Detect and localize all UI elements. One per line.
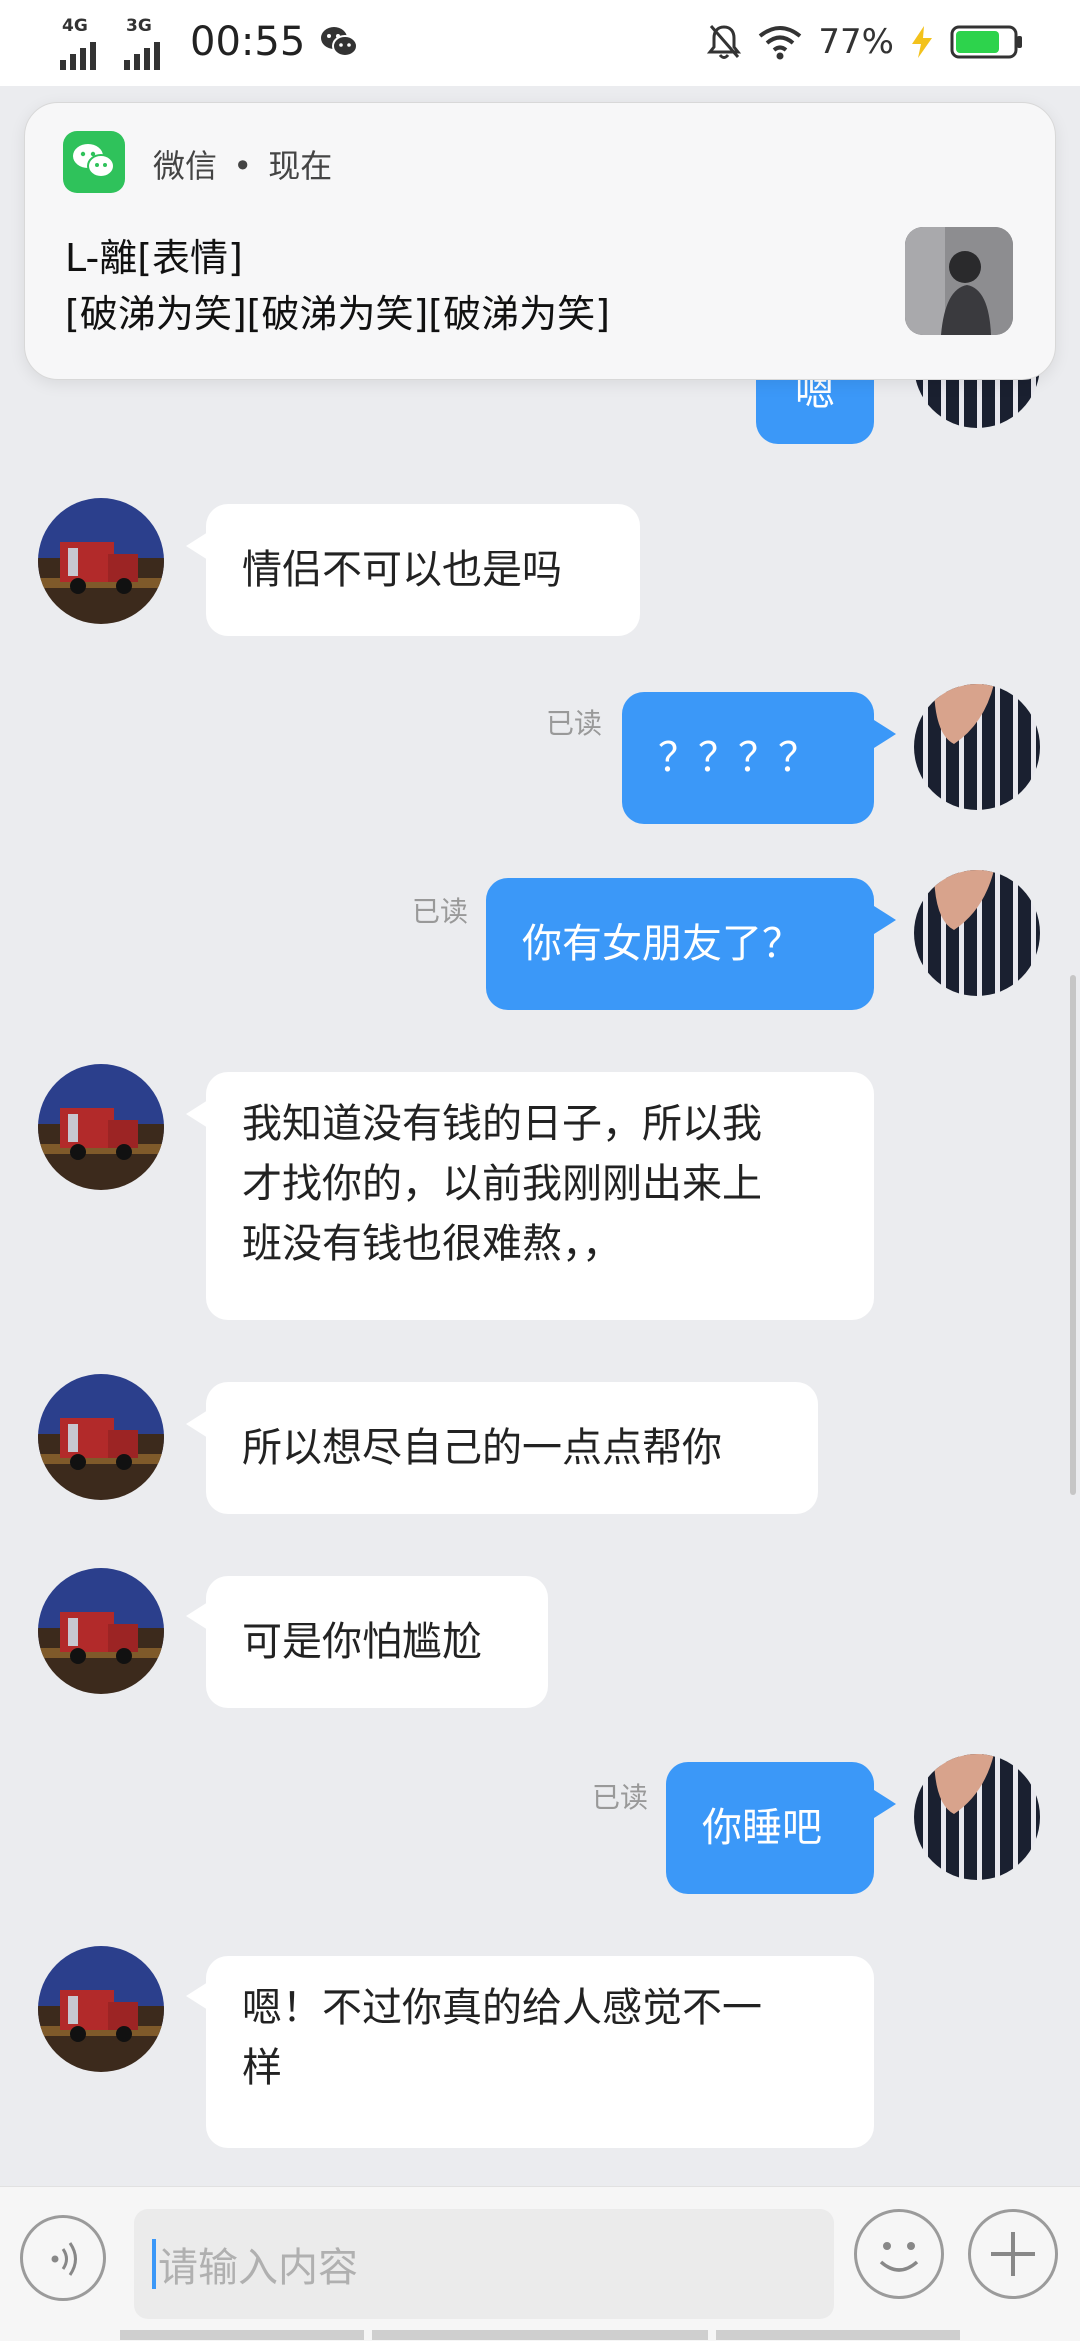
signal-4g: 4G: [58, 14, 112, 70]
message-bubble-outgoing[interactable]: ？？？？: [622, 692, 874, 824]
notification-avatar: [905, 227, 1013, 335]
battery-percent: 77%: [818, 22, 894, 62]
contact-avatar[interactable]: [38, 1374, 164, 1500]
charging-bolt-icon: [912, 26, 932, 58]
mute-bell-icon: [707, 25, 742, 59]
signal-bars-icon: [124, 42, 160, 70]
emoji-button[interactable]: [854, 2209, 944, 2299]
network-type-1: 4G: [62, 16, 88, 36]
status-bar-right: 77%: [706, 14, 1024, 70]
wechat-icon: [321, 27, 359, 57]
notification-header: 微信 • 现在: [153, 141, 332, 187]
my-avatar[interactable]: [914, 870, 1040, 996]
signal-bars-icon: [60, 42, 96, 70]
bubble-tail: [186, 1602, 208, 1630]
voice-button[interactable]: [20, 2215, 106, 2301]
message-text: 你睡吧: [702, 1805, 822, 1851]
clock: 00:55: [190, 19, 306, 65]
message-bubble-outgoing[interactable]: 你有女朋友了？: [486, 878, 874, 1010]
contact-avatar[interactable]: [38, 498, 164, 624]
message-line: 嗯！不过你真的给人感觉不一: [242, 1985, 762, 2031]
message-line: 才找你的，以前我刚刚出来上: [242, 1161, 762, 1207]
nav-gesture-bar: [716, 2330, 960, 2340]
wechat-app-icon: [63, 131, 125, 193]
bubble-tail: [874, 906, 896, 934]
read-receipt: 已读: [592, 1781, 649, 1814]
read-receipt: 已读: [546, 707, 603, 740]
nav-gesture-bar: [120, 2330, 364, 2340]
message-bubble-incoming[interactable]: 情侣不可以也是吗: [206, 504, 640, 636]
message-text: 情侣不可以也是吗: [242, 547, 562, 593]
message-text: 你有女朋友了？: [522, 921, 802, 967]
message-text: 所以想尽自己的一点点帮你: [242, 1425, 722, 1471]
more-button[interactable]: [968, 2209, 1058, 2299]
chat-scrollbar[interactable]: [1070, 975, 1076, 1495]
status-bar-left: 4G 3G 00:55: [58, 14, 359, 70]
bubble-tail: [186, 1410, 208, 1438]
emoji-icon: [879, 2242, 919, 2272]
contact-avatar[interactable]: [38, 1064, 164, 1190]
message-bubble-outgoing[interactable]: 你睡吧: [666, 1762, 874, 1894]
bubble-tail: [186, 1982, 208, 2010]
notification-banner[interactable]: 微信 • 现在 L-離[表情] [破涕为笑][破涕为笑][破涕为笑]: [24, 102, 1056, 380]
message-line: 我知道没有钱的日子，所以我: [242, 1101, 762, 1147]
message-line: 样: [242, 2045, 282, 2091]
message-bubble-incoming[interactable]: 所以想尽自己的一点点帮你: [206, 1382, 818, 1514]
signal-3g: 3G: [122, 14, 176, 70]
text-caret: [152, 2239, 156, 2289]
network-type-2: 3G: [126, 16, 152, 36]
battery-icon: [950, 25, 1022, 59]
voice-icon: [51, 2242, 77, 2276]
notification-app-name: 微信: [153, 147, 218, 185]
message-bubble-incoming[interactable]: 嗯！不过你真的给人感觉不一 样: [206, 1956, 874, 2148]
plus-icon: [991, 2232, 1035, 2276]
my-avatar[interactable]: [914, 684, 1040, 810]
bubble-tail: [186, 1100, 208, 1128]
notification-body: [破涕为笑][破涕为笑][破涕为笑]: [65, 292, 610, 336]
contact-avatar[interactable]: [38, 1568, 164, 1694]
notification-separator: •: [233, 147, 253, 185]
my-avatar[interactable]: [914, 1754, 1040, 1880]
input-placeholder: 请输入内容: [158, 2245, 358, 2291]
nav-gesture-bar: [372, 2330, 708, 2340]
message-text: ？？？？: [658, 735, 818, 781]
contact-avatar[interactable]: [38, 1946, 164, 2072]
notification-sender: L-離[表情]: [65, 236, 243, 280]
message-bubble-incoming[interactable]: 可是你怕尴尬: [206, 1576, 548, 1708]
bubble-tail: [874, 720, 896, 748]
message-text: 可是你怕尴尬: [242, 1619, 482, 1665]
input-bar: 请输入内容: [0, 2186, 1080, 2341]
bubble-tail: [186, 532, 208, 560]
message-line: 班没有钱也很难熬，，: [242, 1221, 622, 1267]
status-bar: 4G 3G 00:55 77%: [0, 0, 1080, 86]
notification-time: 现在: [268, 147, 333, 185]
bubble-tail: [874, 1790, 896, 1818]
message-input[interactable]: 请输入内容: [134, 2209, 834, 2319]
message-bubble-incoming[interactable]: 我知道没有钱的日子，所以我 才找你的，以前我刚刚出来上 班没有钱也很难熬，，: [206, 1072, 874, 1320]
wifi-icon: [759, 26, 802, 60]
read-receipt: 已读: [412, 895, 469, 928]
